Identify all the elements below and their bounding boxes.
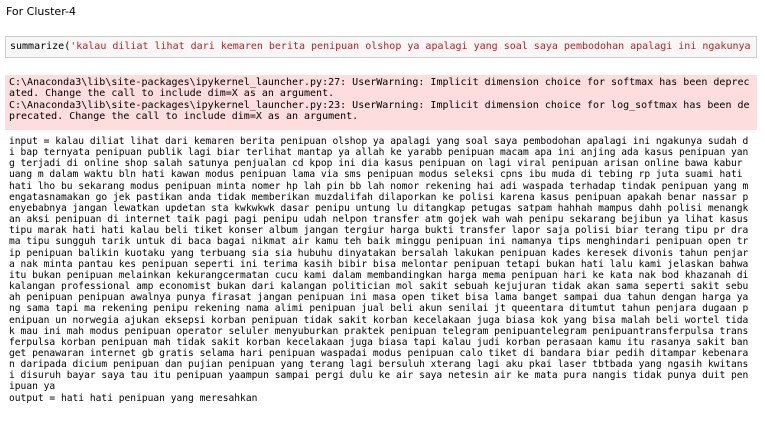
stderr-output: C:\Anaconda3\lib\site-packages\ipykernel… xyxy=(5,75,757,130)
cluster-heading: For Cluster-4 xyxy=(6,5,76,18)
stderr-warning-1: C:\Anaconda3\lib\site-packages\ipykernel… xyxy=(9,77,750,100)
stdout-input-text: input = kalau diliat lihat dari kemaren … xyxy=(9,136,755,393)
code-input-cell[interactable]: summarize('kalau diliat lihat dari kemar… xyxy=(5,36,757,58)
stdout-output: input = kalau diliat lihat dari kemaren … xyxy=(5,136,757,428)
code-function-name: summarize xyxy=(10,41,65,52)
code-string-argument: 'kalau diliat lihat dari kemaren berita … xyxy=(70,41,757,52)
stdout-output-text: output = hati hati penipuan yang meresah… xyxy=(9,392,258,404)
stderr-warning-2: C:\Anaconda3\lib\site-packages\ipykernel… xyxy=(9,99,750,122)
